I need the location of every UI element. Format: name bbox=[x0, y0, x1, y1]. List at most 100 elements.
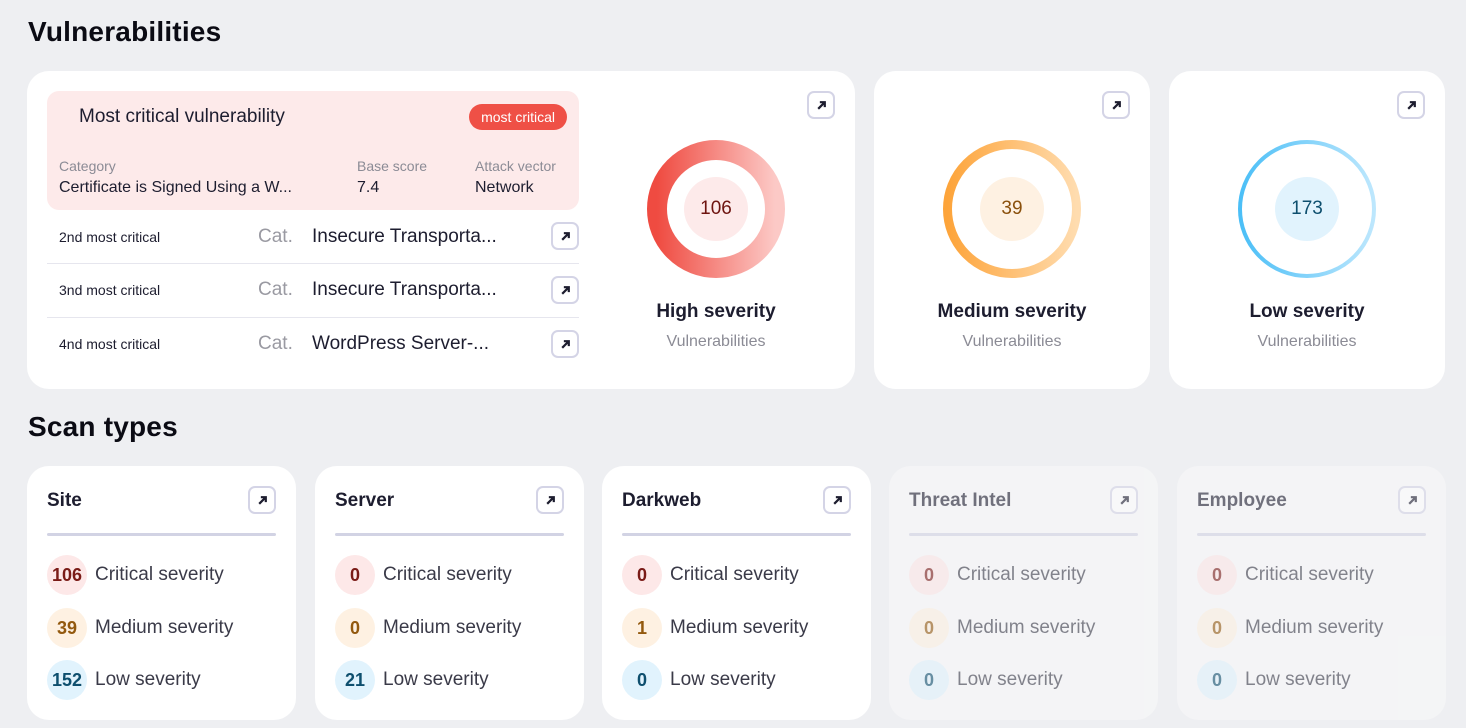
most-critical-badge: most critical bbox=[469, 104, 567, 130]
open-scan-type-button[interactable] bbox=[1110, 486, 1138, 514]
category-value: Certificate is Signed Using a W... bbox=[59, 179, 292, 196]
low-severity-row: 0 Low severity bbox=[909, 660, 1063, 700]
medium-severity-ring: 39 bbox=[942, 139, 1082, 279]
critical-severity-row: 106 Critical severity bbox=[47, 555, 224, 595]
critical-severity-row: 0 Critical severity bbox=[909, 555, 1086, 595]
low-severity-title: Low severity bbox=[1249, 301, 1365, 322]
medium-count: 0 bbox=[335, 608, 375, 648]
base-score-value: 7.4 bbox=[357, 179, 380, 196]
open-button[interactable] bbox=[551, 330, 579, 358]
critical-list-item: 4nd most critical Cat. WordPress Server-… bbox=[47, 317, 579, 370]
open-medium-severity-button[interactable] bbox=[1102, 91, 1130, 119]
open-high-severity-button[interactable] bbox=[807, 91, 835, 119]
category-name: WordPress Server-... bbox=[312, 333, 490, 354]
arrow-up-right-icon bbox=[545, 495, 555, 505]
medium-severity-row: 1 Medium severity bbox=[622, 608, 808, 648]
high-severity-title: High severity bbox=[656, 301, 776, 322]
medium-severity-row: 39 Medium severity bbox=[47, 608, 233, 648]
attack-vector-value: Network bbox=[475, 179, 534, 196]
medium-count: 1 bbox=[622, 608, 662, 648]
critical-severity-row: 0 Critical severity bbox=[335, 555, 512, 595]
open-button[interactable] bbox=[551, 222, 579, 250]
high-severity-ring: 106 bbox=[646, 139, 786, 279]
most-critical-vulnerability-box[interactable]: Most critical vulnerability most critica… bbox=[47, 91, 579, 210]
attack-vector-label: Attack vector bbox=[475, 158, 556, 174]
low-severity-label: Low severity bbox=[957, 669, 1063, 690]
base-score-label: Base score bbox=[357, 158, 428, 174]
most-critical-title: Most critical vulnerability bbox=[79, 106, 285, 127]
critical-rank: 2nd most critical bbox=[59, 228, 161, 245]
medium-severity-label: Medium severity bbox=[670, 617, 809, 638]
arrow-up-right-icon bbox=[560, 231, 570, 241]
critical-list-item: 2nd most critical Cat. Insecure Transpor… bbox=[47, 210, 579, 263]
critical-severity-label: Critical severity bbox=[383, 564, 512, 585]
scan-type-name: Site bbox=[47, 490, 82, 511]
critical-severity-row: 0 Critical severity bbox=[622, 555, 799, 595]
open-scan-type-button[interactable] bbox=[823, 486, 851, 514]
category-prefix: Cat. bbox=[258, 225, 293, 247]
critical-list-item: 3nd most critical Cat. Insecure Transpor… bbox=[47, 263, 579, 316]
scan-type-card-darkweb: Darkweb 0 Critical severity 1 Medium sev… bbox=[602, 466, 871, 720]
critical-severity-label: Critical severity bbox=[1245, 564, 1374, 585]
low-severity-summary: 173 Low severity Vulnerabilities bbox=[1232, 139, 1382, 351]
critical-severity-label: Critical severity bbox=[670, 564, 799, 585]
critical-count: 106 bbox=[47, 555, 87, 595]
vulnerabilities-title: Vulnerabilities bbox=[28, 16, 222, 47]
medium-severity-label: Medium severity bbox=[383, 617, 522, 638]
low-severity-ring: 173 bbox=[1237, 139, 1377, 279]
open-button[interactable] bbox=[551, 276, 579, 304]
low-count: 21 bbox=[335, 660, 375, 700]
critical-count: 0 bbox=[1197, 555, 1237, 595]
low-severity-label: Low severity bbox=[383, 669, 489, 690]
scan-types-title: Scan types bbox=[28, 411, 178, 442]
low-count: 0 bbox=[1197, 660, 1237, 700]
category-name: Insecure Transporta... bbox=[312, 279, 497, 300]
low-severity-row: 152 Low severity bbox=[47, 660, 201, 700]
low-severity-row: 21 Low severity bbox=[335, 660, 489, 700]
low-count: 0 bbox=[909, 660, 949, 700]
medium-severity-label: Medium severity bbox=[95, 617, 234, 638]
medium-severity-label: Medium severity bbox=[1245, 617, 1384, 638]
divider bbox=[909, 533, 1138, 536]
medium-severity-row: 0 Medium severity bbox=[1197, 608, 1383, 648]
arrow-up-right-icon bbox=[1119, 495, 1129, 505]
medium-severity-subtitle: Vulnerabilities bbox=[962, 333, 1062, 350]
low-severity-row: 0 Low severity bbox=[622, 660, 776, 700]
medium-severity-row: 0 Medium severity bbox=[335, 608, 521, 648]
low-severity-count: 173 bbox=[1275, 177, 1339, 241]
open-scan-type-button[interactable] bbox=[536, 486, 564, 514]
medium-count: 39 bbox=[47, 608, 87, 648]
scan-type-name: Employee bbox=[1197, 490, 1287, 511]
critical-rank: 3nd most critical bbox=[59, 282, 161, 298]
arrow-up-right-icon bbox=[560, 285, 570, 295]
divider bbox=[47, 533, 276, 536]
scan-type-card-employee: Employee 0 Critical severity 0 Medium se… bbox=[1177, 466, 1446, 720]
divider bbox=[1197, 533, 1426, 536]
open-low-severity-button[interactable] bbox=[1397, 91, 1425, 119]
low-count: 0 bbox=[622, 660, 662, 700]
open-scan-type-button[interactable] bbox=[1398, 486, 1426, 514]
low-severity-label: Low severity bbox=[95, 669, 201, 690]
medium-severity-card: 39 Medium severity Vulnerabilities bbox=[874, 71, 1150, 389]
open-scan-type-button[interactable] bbox=[248, 486, 276, 514]
category-name: Insecure Transporta... bbox=[312, 225, 497, 247]
critical-severity-label: Critical severity bbox=[957, 564, 1086, 585]
high-severity-subtitle: Vulnerabilities bbox=[666, 333, 766, 350]
scan-type-name: Threat Intel bbox=[909, 490, 1012, 511]
category-label: Category bbox=[59, 158, 116, 174]
arrow-up-right-icon bbox=[816, 100, 826, 110]
scan-type-card-threat-intel: Threat Intel 0 Critical severity 0 Mediu… bbox=[889, 466, 1158, 720]
critical-count: 0 bbox=[622, 555, 662, 595]
medium-severity-label: Medium severity bbox=[957, 617, 1096, 638]
divider bbox=[335, 533, 564, 536]
critical-severity-label: Critical severity bbox=[95, 564, 224, 585]
low-severity-label: Low severity bbox=[670, 669, 776, 690]
medium-severity-title: Medium severity bbox=[937, 301, 1087, 322]
high-severity-count: 106 bbox=[684, 177, 748, 241]
critical-count: 0 bbox=[909, 555, 949, 595]
low-count: 152 bbox=[47, 660, 87, 700]
category-prefix: Cat. bbox=[258, 333, 293, 354]
medium-severity-count: 39 bbox=[980, 177, 1044, 241]
low-severity-row: 0 Low severity bbox=[1197, 660, 1351, 700]
arrow-up-right-icon bbox=[1406, 100, 1416, 110]
